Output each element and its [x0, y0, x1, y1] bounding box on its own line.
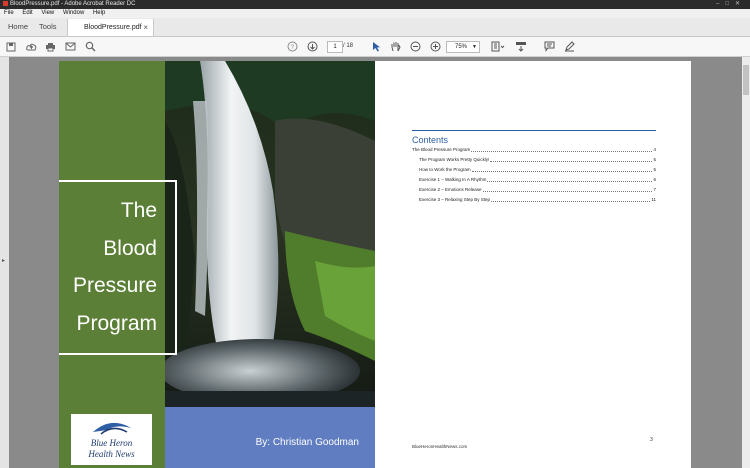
tab-bar: Home Tools BloodPressure.pdf × — [0, 18, 750, 37]
vertical-scrollbar[interactable] — [742, 57, 750, 468]
toc-entry-page: 5 — [653, 157, 656, 162]
toc-entry-page: 6 — [653, 177, 656, 182]
zoom-level-value: 75% — [455, 44, 468, 50]
save-icon[interactable] — [5, 40, 17, 53]
menu-file[interactable]: File — [4, 9, 14, 18]
hand-tool-icon[interactable] — [389, 40, 401, 53]
page-number: 3 — [650, 437, 653, 443]
toc-dot-leader — [471, 166, 653, 172]
toolbar: ? 1 / 18 75% ▼ — [0, 37, 750, 57]
zoom-out-icon[interactable] — [409, 40, 421, 53]
toc-entry[interactable]: Exercise 2 – Emotions Release 7 — [419, 186, 656, 194]
blue-heron-logo: Blue Heron Health News — [71, 414, 152, 465]
menu-view[interactable]: View — [41, 9, 54, 18]
cover-page: The Blood Pressure Program By: Christian… — [59, 61, 375, 468]
toc-entry-page: 4 — [653, 147, 656, 152]
tab-home[interactable]: Home — [8, 18, 28, 36]
chevron-down-icon: ▼ — [472, 44, 477, 50]
toc-entry[interactable]: The Blood Pressure Program 4 — [412, 146, 656, 154]
help-icon[interactable]: ? — [286, 40, 298, 53]
window-title: BloodPressure.pdf - Adobe Acrobat Reader… — [10, 1, 136, 7]
cover-title-line-4: Program — [76, 312, 157, 335]
waterfall-photo — [165, 61, 375, 407]
contents-page: Contents The Blood Pressure Program 4 The… — [375, 61, 691, 468]
expand-pane-icon[interactable]: ▸ — [2, 257, 5, 264]
toc-entry[interactable]: Exercise 3 – Relaxing Step By Step 11 — [419, 196, 656, 204]
toc-dot-leader — [471, 146, 653, 152]
contents-rule — [412, 130, 656, 131]
email-icon[interactable] — [64, 40, 76, 53]
menu-window[interactable]: Window — [63, 9, 84, 18]
toc-entry[interactable]: How to Work the Program 5 — [419, 166, 656, 174]
svg-text:?: ? — [290, 45, 294, 51]
cover-author: By: Christian Goodman — [255, 437, 359, 448]
toc-dot-leader — [490, 156, 653, 162]
menu-help[interactable]: Help — [93, 9, 105, 18]
scrollbar-thumb[interactable] — [743, 65, 749, 95]
toc-entry-text: How to Work the Program — [419, 167, 471, 172]
cover-title-box: The Blood Pressure Program — [59, 180, 177, 355]
author-bar: By: Christian Goodman — [165, 407, 375, 468]
toc-entry-page: 11 — [651, 197, 656, 202]
page-display-icon[interactable] — [490, 40, 506, 53]
toc-entry-page: 7 — [653, 187, 656, 192]
window-controls[interactable]: –□✕ — [716, 0, 746, 9]
read-mode-icon[interactable] — [514, 40, 528, 53]
page-total: / 18 — [343, 43, 354, 49]
acrobat-app-icon — [3, 0, 8, 6]
menu-bar: File Edit View Window Help — [0, 9, 750, 18]
tab-tools[interactable]: Tools — [39, 18, 57, 36]
toc-dot-leader — [482, 186, 653, 192]
title-bar: BloodPressure.pdf - Adobe Acrobat Reader… — [0, 0, 750, 9]
toc-entry[interactable]: Exercise 1 – Walking In A Rhythm 6 — [419, 176, 656, 184]
search-icon[interactable] — [84, 40, 96, 53]
toc-entry-text: Exercise 3 – Relaxing Step By Step — [419, 197, 491, 202]
toc-dot-leader — [491, 196, 651, 202]
close-tab-icon[interactable]: × — [143, 19, 148, 36]
zoom-level-select[interactable]: 75% ▼ — [446, 41, 480, 53]
tab-document[interactable]: BloodPressure.pdf × — [67, 19, 154, 36]
document-tab-label: BloodPressure.pdf — [84, 24, 142, 31]
cover-title-line-3: Pressure — [72, 274, 157, 297]
logo-text-line-1: Blue Heron — [90, 438, 133, 448]
cover-title-line-2: Blood — [103, 237, 157, 260]
toc-dot-leader — [487, 176, 653, 182]
print-icon[interactable] — [44, 40, 56, 53]
page-number-input[interactable]: 1 — [327, 41, 343, 53]
footer-website: BlueHeronHealthNews.com — [412, 444, 468, 449]
toc-entry-page: 5 — [653, 167, 656, 172]
left-pane-strip[interactable]: ▸ — [0, 57, 9, 468]
toc-entry-text: Exercise 1 – Walking In A Rhythm — [419, 177, 487, 182]
toc-entry-text: The Program Works Pretty Quickly! — [419, 157, 490, 162]
toc-entry-text: The Blood Pressure Program — [412, 147, 471, 152]
toc-entry[interactable]: The Program Works Pretty Quickly! 5 — [419, 156, 656, 164]
select-cursor-icon[interactable] — [370, 40, 382, 53]
comment-icon[interactable] — [543, 40, 555, 53]
next-page-icon[interactable] — [306, 40, 318, 53]
toc-entry-text: Exercise 2 – Emotions Release — [419, 187, 482, 192]
menu-edit[interactable]: Edit — [22, 9, 32, 18]
cover-title-line-1: The — [120, 199, 157, 222]
zoom-in-icon[interactable] — [429, 40, 441, 53]
sign-pen-icon[interactable] — [563, 40, 575, 53]
logo-text-line-2: Health News — [88, 449, 135, 459]
upload-cloud-icon[interactable] — [25, 40, 37, 53]
contents-heading: Contents — [412, 135, 449, 145]
